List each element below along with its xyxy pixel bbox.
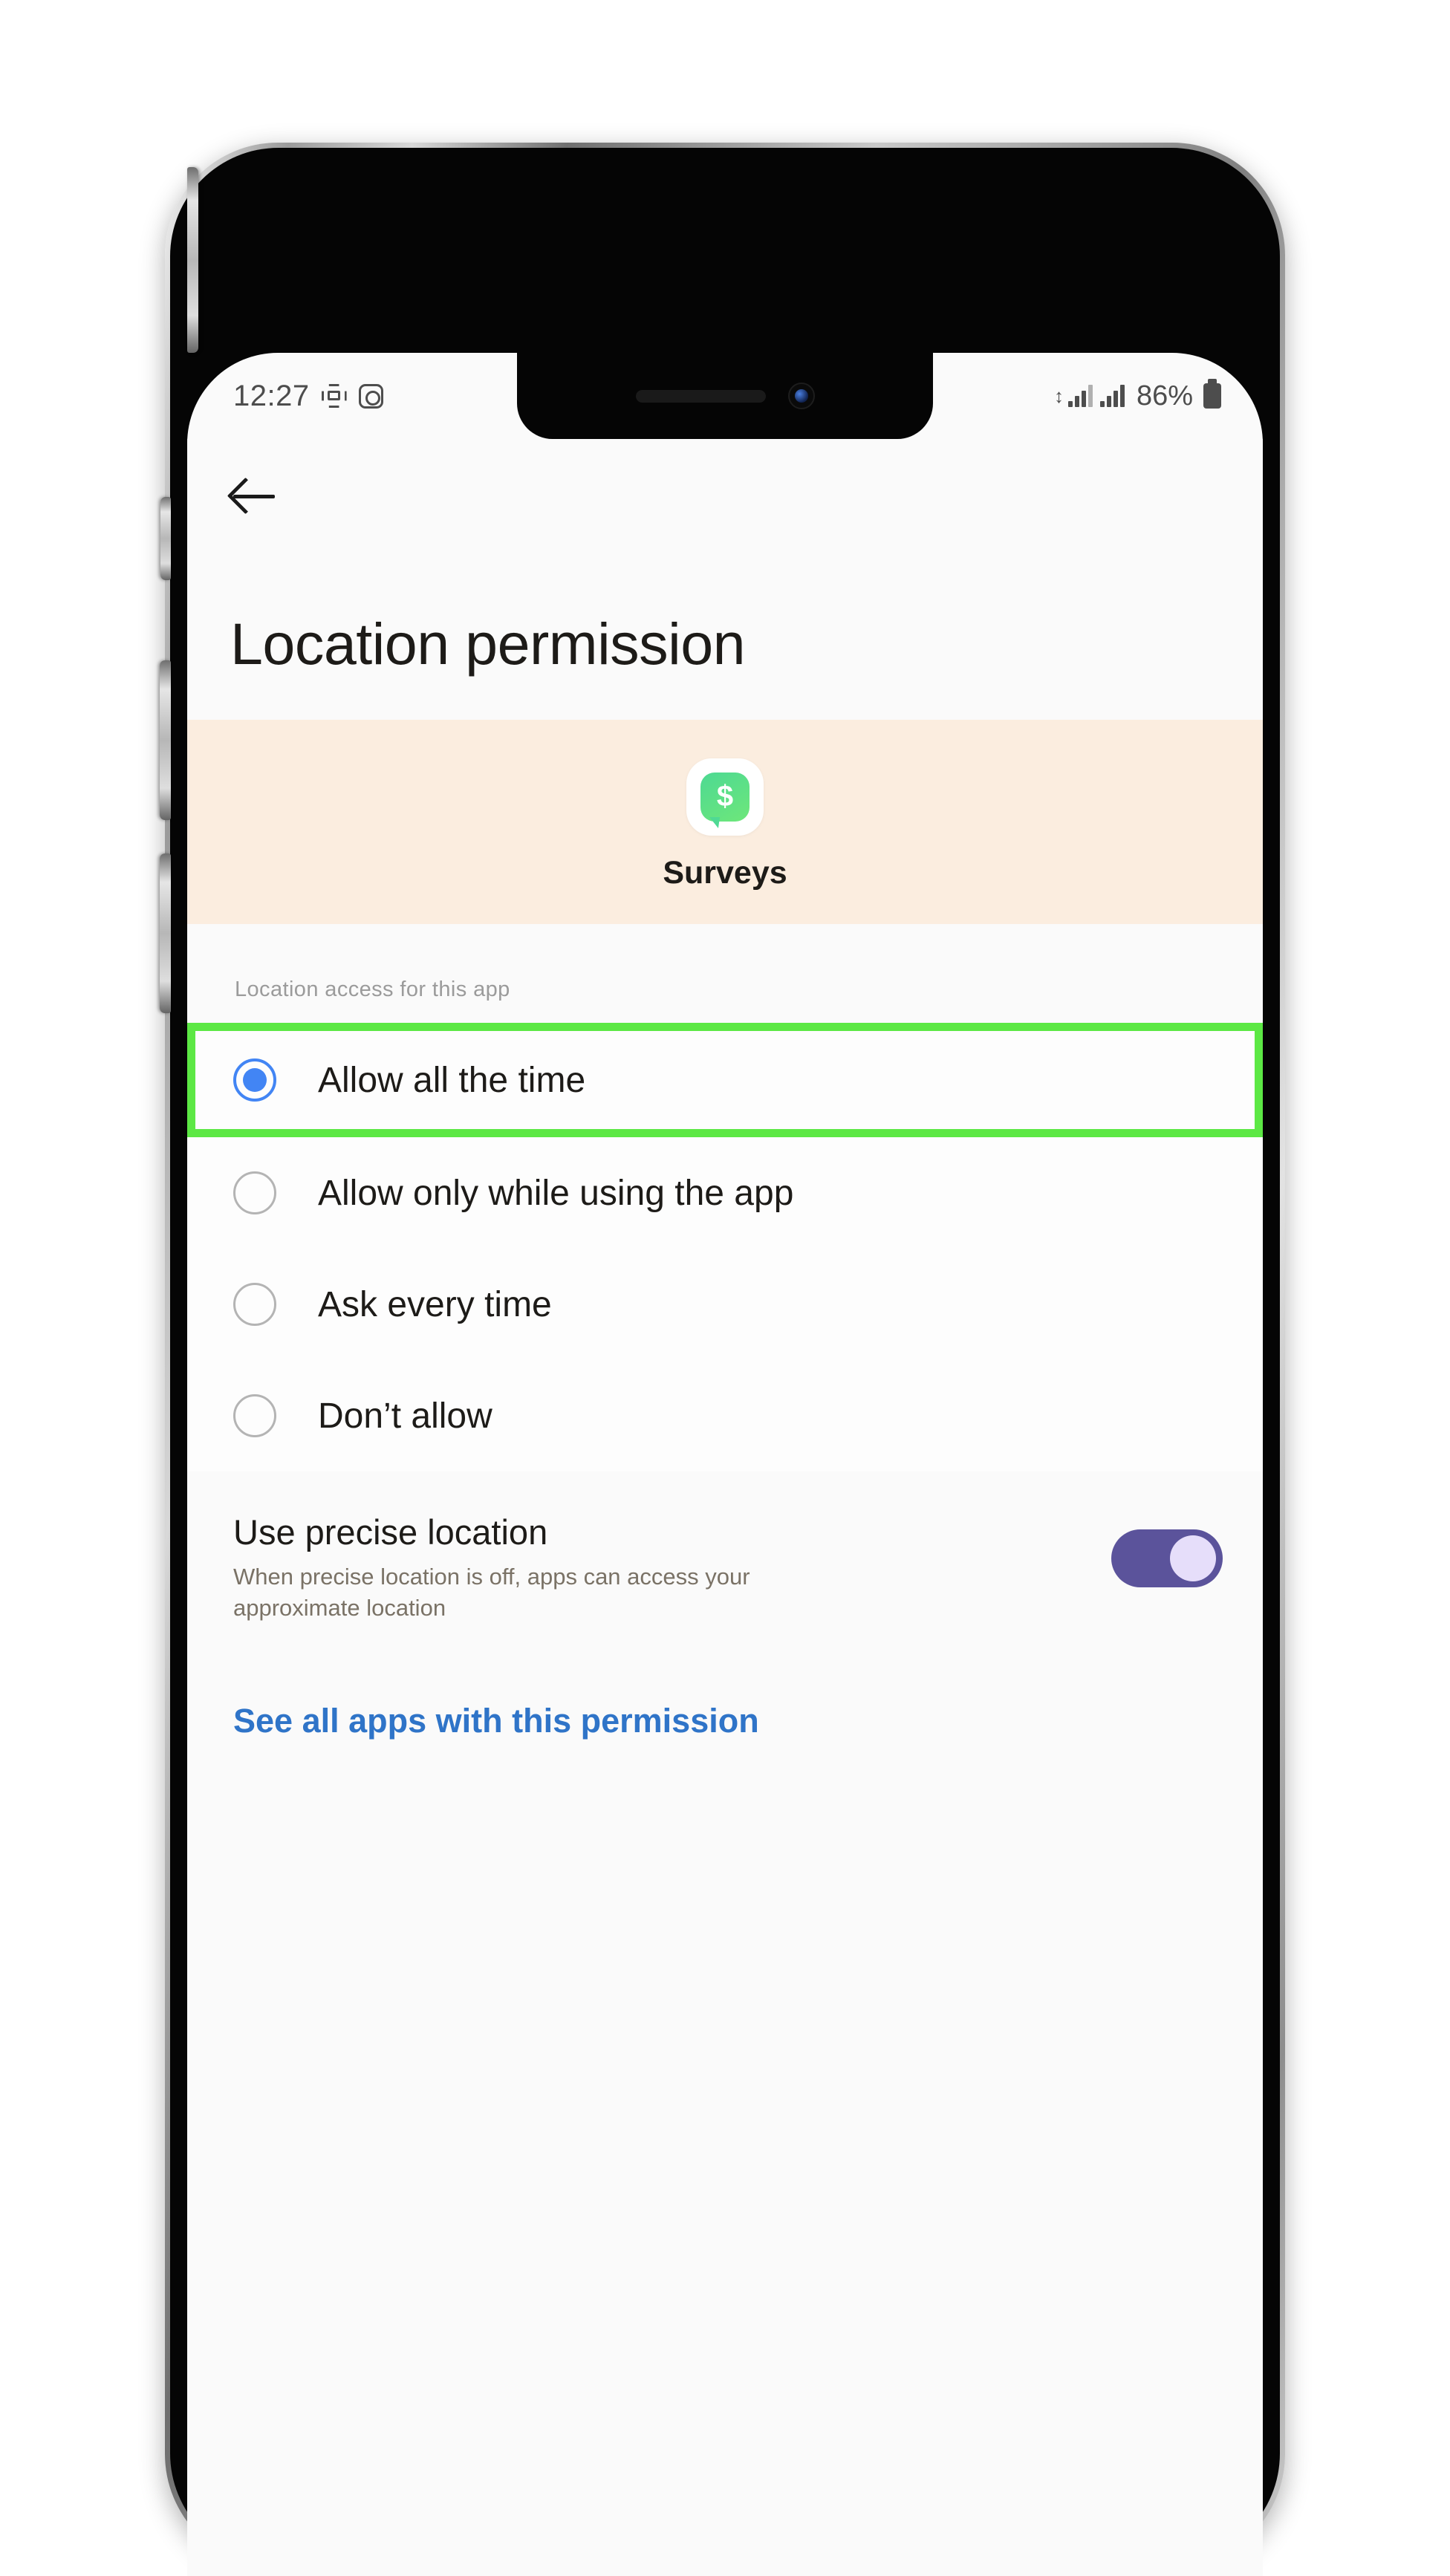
page-content: Location permission $ Surveys Location a…	[187, 439, 1263, 2576]
option-label: Ask every time	[318, 1284, 552, 1324]
option-ask-every-time[interactable]: Ask every time	[187, 1249, 1263, 1360]
phone-frame: 12:27 ↕ 86% Location permission $ Survey…	[160, 143, 1285, 2576]
radio-dont-allow[interactable]	[233, 1394, 276, 1437]
option-dont-allow[interactable]: Don’t allow	[187, 1360, 1263, 1471]
status-bar-clock: 12:27	[233, 379, 310, 412]
toggle-thumb	[1170, 1535, 1216, 1581]
power-button[interactable]	[187, 167, 198, 353]
option-label: Allow all the time	[318, 1060, 586, 1100]
earpiece-speaker-icon	[635, 389, 766, 403]
back-row	[187, 439, 1263, 519]
back-arrow-icon[interactable]	[230, 472, 278, 519]
screen-recorder-icon	[322, 384, 347, 408]
surveys-app-icon: $	[686, 758, 764, 836]
instagram-icon	[358, 383, 383, 409]
option-label: Don’t allow	[318, 1396, 492, 1436]
data-transfer-icon: ↕	[1053, 385, 1064, 407]
precise-location-description: When precise location is off, apps can a…	[233, 1564, 750, 1621]
option-allow-while-using-app[interactable]: Allow only while using the app	[187, 1137, 1263, 1249]
status-bar-left: 12:27	[233, 380, 383, 413]
option-allow-all-the-time[interactable]: Allow all the time	[195, 1031, 1255, 1129]
location-options-list: Allow all the time Allow only while usin…	[187, 1023, 1263, 1471]
page-title: Location permission	[230, 611, 746, 677]
mute-switch-button[interactable]	[160, 497, 171, 580]
app-name-label: Surveys	[663, 855, 787, 891]
see-all-apps-link[interactable]: See all apps with this permission	[187, 1623, 1263, 1740]
radio-allow-while-using-app[interactable]	[233, 1171, 276, 1214]
volume-up-button[interactable]	[160, 660, 171, 820]
radio-ask-every-time[interactable]	[233, 1283, 276, 1326]
precise-location-title: Use precise location	[233, 1512, 548, 1552]
use-precise-location-row[interactable]: Use precise location When precise locati…	[187, 1471, 1263, 1623]
section-label: Location access for this app	[235, 978, 510, 1001]
precise-location-text: Use precise location When precise locati…	[233, 1512, 857, 1623]
app-banner: $ Surveys	[187, 720, 1263, 924]
battery-percent-label: 86%	[1136, 380, 1193, 412]
dollar-bubble-icon: $	[700, 773, 750, 822]
status-bar-right: ↕ 86%	[1053, 379, 1221, 412]
highlight-box: Allow all the time	[187, 1023, 1263, 1137]
notch	[517, 353, 933, 439]
volume-down-button[interactable]	[160, 853, 171, 1013]
radio-allow-all-the-time[interactable]	[233, 1058, 276, 1102]
battery-icon	[1203, 379, 1221, 409]
front-camera-icon	[787, 383, 815, 409]
phone-bezel: 12:27 ↕ 86% Location permission $ Survey…	[160, 148, 1280, 2576]
signal-bars-icon-1	[1067, 385, 1093, 407]
option-label: Allow only while using the app	[318, 1173, 794, 1213]
dollar-glyph: $	[716, 780, 734, 813]
screenshot-stage: 12:27 ↕ 86% Location permission $ Survey…	[0, 0, 1450, 2576]
signal-bars-icon-2	[1099, 385, 1125, 407]
phone-screen: 12:27 ↕ 86% Location permission $ Survey…	[187, 353, 1263, 2576]
precise-location-toggle[interactable]	[1111, 1529, 1223, 1587]
